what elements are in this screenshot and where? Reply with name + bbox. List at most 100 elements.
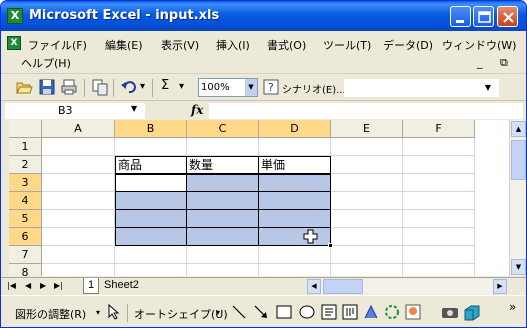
cell-c1[interactable] [187, 138, 259, 156]
cell-f5[interactable] [403, 210, 475, 228]
name-box[interactable]: B3 [5, 103, 145, 119]
first-sheet-icon[interactable]: |◀ [7, 281, 16, 290]
workbook-window-controls[interactable]: _ ⧉ × [477, 56, 526, 70]
cell-c7[interactable] [187, 246, 259, 264]
menu-file[interactable]: ファイル(F) [28, 37, 87, 53]
cell-d2[interactable]: 単価 [259, 156, 331, 174]
cell-c5[interactable] [187, 210, 259, 228]
tab-sheet-1[interactable]: 1 [83, 278, 100, 294]
scroll-left-icon[interactable]: ◀ [307, 279, 321, 294]
chevron-down-icon[interactable]: ▼ [131, 104, 137, 113]
column-header-f[interactable]: F [403, 120, 475, 138]
open-icon[interactable] [15, 78, 33, 98]
excel-app-icon[interactable]: X [7, 8, 23, 24]
row-header-3[interactable]: 3 [9, 174, 42, 192]
last-sheet-icon[interactable]: ▶| [54, 281, 63, 290]
help-icon[interactable]: ? [263, 78, 279, 98]
cell-a6[interactable] [42, 228, 115, 246]
cell-a4[interactable] [42, 192, 115, 210]
zoom-select[interactable]: 100% ▼ [198, 78, 258, 97]
cell-c2[interactable]: 数量 [187, 156, 259, 174]
autoshape-menu[interactable]: オートシェイプ(U) [134, 306, 228, 322]
menu-edit[interactable]: 編集(E) [105, 37, 143, 53]
column-header-b[interactable]: B [115, 120, 187, 138]
cell-c4[interactable] [187, 192, 259, 210]
workbook-icon[interactable]: X [7, 36, 21, 50]
chevron-down-icon[interactable]: ▾ [96, 308, 100, 317]
row-header-4[interactable]: 4 [9, 192, 42, 210]
cell-c6[interactable] [187, 228, 259, 246]
arrow-icon[interactable] [253, 304, 269, 320]
cell-a2[interactable] [42, 156, 115, 174]
next-sheet-icon[interactable]: ▶ [40, 281, 46, 290]
cell-e2[interactable] [331, 156, 403, 174]
menu-view[interactable]: 表示(V) [161, 37, 199, 53]
chevron-down-icon[interactable]: ▾ [216, 308, 220, 317]
picture-icon[interactable] [441, 304, 459, 320]
save-icon[interactable] [38, 78, 56, 98]
formula-input[interactable] [209, 103, 523, 119]
worksheet-grid[interactable]: ABCDEF 12345678 商品 数量 単価 [9, 120, 509, 276]
maximize-button[interactable] [473, 6, 494, 27]
prev-sheet-icon[interactable]: ◀ [25, 281, 31, 290]
cell-b6[interactable] [115, 228, 187, 246]
row-header-1[interactable]: 1 [9, 138, 42, 156]
line-icon[interactable] [231, 304, 247, 320]
diagram-icon[interactable] [384, 304, 400, 320]
chevron-down-icon[interactable]: ▼ [481, 79, 495, 97]
cell-a3[interactable] [42, 174, 115, 192]
row-header-7[interactable]: 7 [9, 246, 42, 264]
scenario-combo[interactable] [344, 79, 499, 97]
menu-window[interactable]: ウィンドウ(W) [442, 37, 516, 53]
scroll-thumb[interactable] [511, 140, 526, 180]
3d-icon[interactable] [463, 304, 481, 322]
cell-e6[interactable] [331, 228, 403, 246]
cell-f7[interactable] [403, 246, 475, 264]
cell-d7[interactable] [259, 246, 331, 264]
cell-d8[interactable] [259, 264, 331, 276]
column-header-e[interactable]: E [331, 120, 403, 138]
menu-tools[interactable]: ツール(T) [323, 37, 371, 53]
row-header-5[interactable]: 5 [9, 210, 42, 228]
autosum-icon[interactable]: Σ [161, 78, 169, 93]
scroll-up-icon[interactable]: ▲ [511, 121, 526, 137]
select-pointer-icon[interactable] [107, 304, 121, 320]
cell-e3[interactable] [331, 174, 403, 192]
cell-e5[interactable] [331, 210, 403, 228]
horizontal-scrollbar[interactable]: ◀ ▶ [307, 279, 507, 294]
scroll-right-icon[interactable]: ▶ [493, 279, 507, 294]
cell-f2[interactable] [403, 156, 475, 174]
undo-dropdown-icon[interactable]: ▾ [140, 81, 145, 92]
vertical-scrollbar[interactable]: ▲ ▼ [509, 120, 526, 276]
row-header-6[interactable]: 6 [9, 228, 42, 246]
cell-b7[interactable] [115, 246, 187, 264]
clipart-icon[interactable] [405, 304, 421, 320]
cell-d3[interactable] [259, 174, 331, 192]
menu-insert[interactable]: 挿入(I) [216, 37, 250, 53]
insert-function-icon[interactable]: fx [191, 103, 203, 117]
row-header-8[interactable]: 8 [9, 264, 42, 276]
chevron-down-icon[interactable]: ▼ [245, 79, 257, 96]
cell-a8[interactable] [42, 264, 115, 276]
cell-a5[interactable] [42, 210, 115, 228]
cell-f4[interactable] [403, 192, 475, 210]
minimize-button[interactable] [450, 6, 471, 27]
cell-f1[interactable] [403, 138, 475, 156]
textbox-icon[interactable] [321, 304, 337, 320]
cell-f3[interactable] [403, 174, 475, 192]
print-icon[interactable] [60, 78, 78, 98]
cell-b2[interactable]: 商品 [115, 156, 187, 174]
title-bar[interactable]: X Microsoft Excel - input.xls [1, 1, 526, 31]
cell-b5[interactable] [115, 210, 187, 228]
cell-f8[interactable] [403, 264, 475, 276]
column-header-c[interactable]: C [187, 120, 259, 138]
vertical-textbox-icon[interactable] [342, 304, 358, 320]
draw-adjust-menu[interactable]: 図形の調整(R) [15, 306, 86, 322]
cell-a1[interactable] [42, 138, 115, 156]
column-header-d[interactable]: D [259, 120, 331, 138]
toolbar-overflow-icon[interactable]: » [509, 300, 516, 314]
scroll-down-icon[interactable]: ▼ [511, 259, 526, 275]
menu-help[interactable]: ヘルプ(H) [21, 55, 71, 71]
rectangle-icon[interactable] [275, 304, 293, 320]
cell-c3[interactable] [187, 174, 259, 192]
